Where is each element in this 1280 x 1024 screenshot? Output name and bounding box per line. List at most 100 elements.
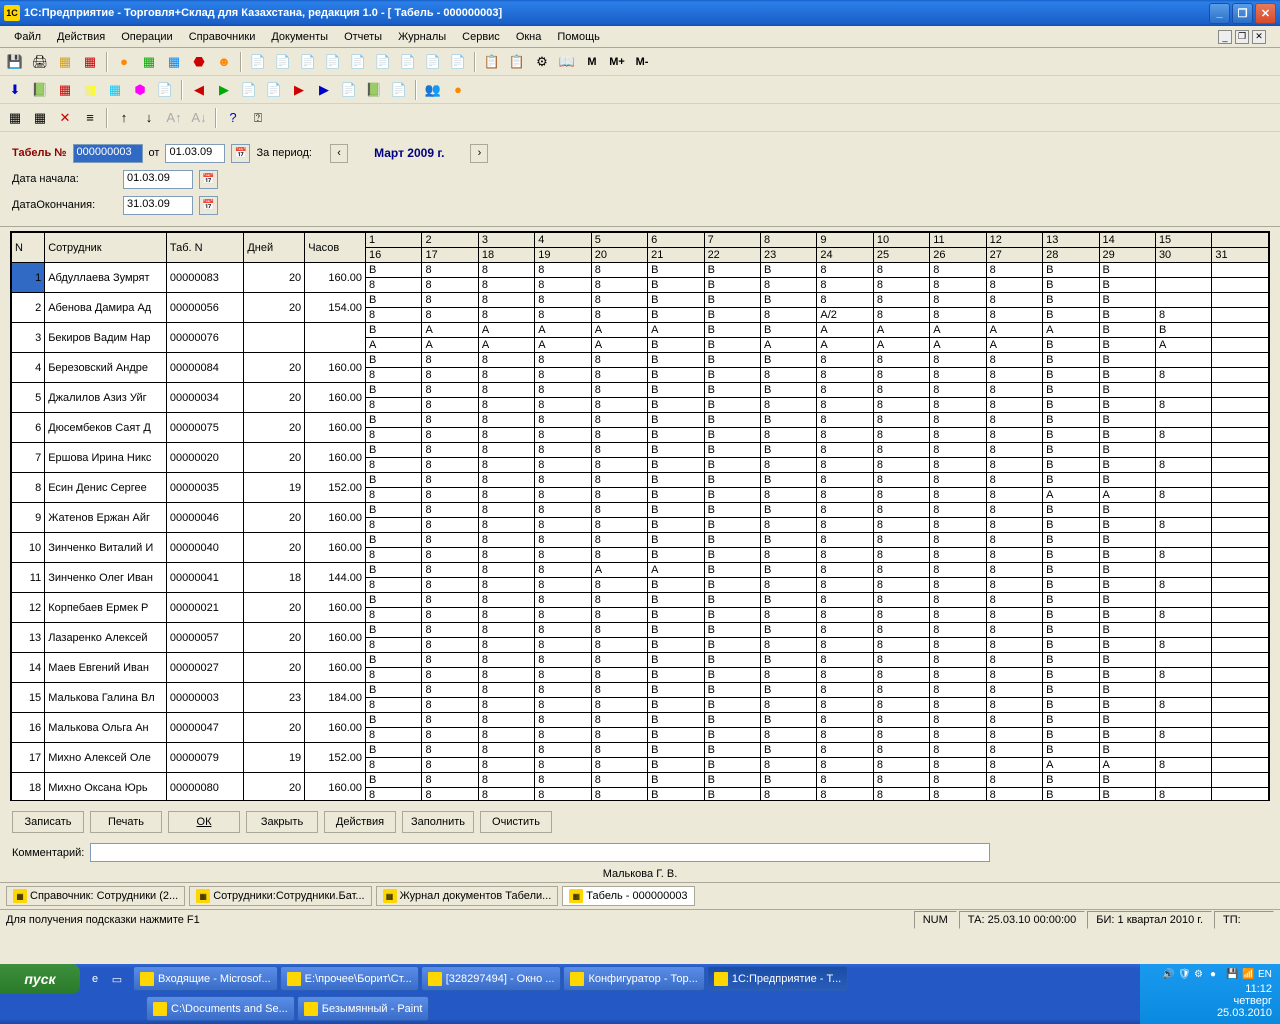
mdi-minimize-icon[interactable]: _ <box>1218 30 1232 44</box>
timesheet-grid[interactable]: NСотрудникТаб. NДнейЧасов123456789101112… <box>10 231 1270 801</box>
tool-icon[interactable]: 📄 <box>297 51 319 73</box>
menu-help[interactable]: Помощь <box>549 29 608 45</box>
table-row[interactable]: 6Дюсембеков Саят Д0000007520160.00В8888В… <box>12 413 1269 428</box>
tool-icon[interactable]: ▦ <box>79 79 101 101</box>
calendar-icon[interactable]: 📅 <box>231 144 250 163</box>
tray-icon[interactable]: ⚙ <box>1194 969 1208 983</box>
tool-icon[interactable]: 📄 <box>272 51 294 73</box>
calendar-icon[interactable]: 📅 <box>199 196 218 215</box>
tray-lang[interactable]: EN <box>1258 969 1272 983</box>
tool-icon[interactable]: ✕ <box>54 107 76 129</box>
num-input[interactable]: 000000003 <box>73 144 143 163</box>
table-row[interactable]: 8Есин Денис Сергее0000003519152.00В8888В… <box>12 473 1269 488</box>
help-icon[interactable]: ? <box>222 107 244 129</box>
tray-icon[interactable]: 💾 <box>1226 969 1240 983</box>
m-button[interactable]: M <box>581 51 603 73</box>
clear-button[interactable]: Очистить <box>480 811 552 833</box>
save-button[interactable]: Записать <box>12 811 84 833</box>
tool-icon[interactable]: ☻ <box>213 51 235 73</box>
tool-icon[interactable]: 📄 <box>247 51 269 73</box>
table-row[interactable]: 4Березовский Андре0000008420160.00В8888В… <box>12 353 1269 368</box>
sort-desc-icon[interactable]: A↓ <box>188 107 210 129</box>
tool-icon[interactable]: 📄 <box>372 51 394 73</box>
comment-input[interactable] <box>90 843 990 862</box>
table-row[interactable]: 12Корпебаев Ермек Р0000002120160.00В8888… <box>12 593 1269 608</box>
tool-icon[interactable]: ● <box>113 51 135 73</box>
tool-icon[interactable]: ▦ <box>104 79 126 101</box>
tool-icon[interactable]: 📄 <box>388 79 410 101</box>
tool-icon[interactable]: ▶ <box>313 79 335 101</box>
ok-button[interactable]: ОК <box>168 811 240 833</box>
tool-icon[interactable]: 📖 <box>556 51 578 73</box>
desktop-icon[interactable]: ▭ <box>108 970 126 988</box>
tool-icon[interactable]: ▦ <box>29 107 51 129</box>
taskbar-task[interactable]: Входящие - Microsof... <box>133 966 278 991</box>
taskbar-task[interactable]: C:\Documents and Se... <box>146 996 295 1021</box>
menu-documents[interactable]: Документы <box>263 29 336 45</box>
start-input[interactable]: 01.03.09 <box>123 170 193 189</box>
down-arrow-icon[interactable]: ⬇ <box>4 79 26 101</box>
tool-icon[interactable]: ◀ <box>188 79 210 101</box>
tool-icon[interactable]: 📋 <box>506 51 528 73</box>
down-arrow-icon[interactable]: ↓ <box>138 107 160 129</box>
tool-icon[interactable]: ▦ <box>54 79 76 101</box>
tool-icon[interactable]: 📄 <box>154 79 176 101</box>
tool-icon[interactable]: ▦ <box>163 51 185 73</box>
fill-button[interactable]: Заполнить <box>402 811 474 833</box>
menu-operations[interactable]: Операции <box>113 29 180 45</box>
tool-icon[interactable]: 👥 <box>422 79 444 101</box>
table-row[interactable]: 18Михно Оксана Юрь0000008020160.00В8888В… <box>12 773 1269 788</box>
from-input[interactable]: 01.03.09 <box>165 144 225 163</box>
tray-icon[interactable]: 📶 <box>1242 969 1256 983</box>
calendar-icon[interactable]: 📅 <box>199 170 218 189</box>
tray-icon[interactable]: ● <box>1210 969 1224 983</box>
window-tab[interactable]: ▦Табель - 000000003 <box>562 886 694 906</box>
table-row[interactable]: 13Лазаренко Алексей0000005720160.00В8888… <box>12 623 1269 638</box>
m-plus-button[interactable]: M+ <box>606 51 628 73</box>
menu-service[interactable]: Сервис <box>454 29 508 45</box>
print-icon[interactable]: 🖨 <box>29 51 51 73</box>
save-icon[interactable]: 💾 <box>4 51 26 73</box>
table-row[interactable]: 9Жатенов Ержан Айг0000004620160.00В8888В… <box>12 503 1269 518</box>
tool-icon[interactable]: 📄 <box>397 51 419 73</box>
tool-icon[interactable]: ≡ <box>79 107 101 129</box>
up-arrow-icon[interactable]: ↑ <box>113 107 135 129</box>
tray-icon[interactable]: 🛡 <box>1178 969 1192 983</box>
maximize-button[interactable]: ❐ <box>1232 3 1253 24</box>
tool-icon[interactable]: ⬣ <box>188 51 210 73</box>
period-next-button[interactable]: › <box>470 144 488 163</box>
tool-icon[interactable]: ⬢ <box>129 79 151 101</box>
tool-icon[interactable]: 📄 <box>263 79 285 101</box>
whatsthis-icon[interactable]: ⍰ <box>247 107 269 129</box>
menu-references[interactable]: Справочники <box>181 29 264 45</box>
table-row[interactable]: 7Ершова Ирина Никс0000002020160.00В8888В… <box>12 443 1269 458</box>
mdi-restore-icon[interactable]: ❐ <box>1235 30 1249 44</box>
taskbar-task[interactable]: [328297494] - Окно ... <box>421 966 562 991</box>
taskbar-task[interactable]: Безымянный - Paint <box>297 996 430 1021</box>
mdi-close-icon[interactable]: ✕ <box>1252 30 1266 44</box>
table-row[interactable]: 10Зинченко Виталий И0000004020160.00В888… <box>12 533 1269 548</box>
end-input[interactable]: 31.03.09 <box>123 196 193 215</box>
table-row[interactable]: 2Абенова Дамира Ад0000005620154.00В8888В… <box>12 293 1269 308</box>
table-row[interactable]: 15Малькова Галина Вл0000000323184.00В888… <box>12 683 1269 698</box>
tool-icon[interactable]: ▦ <box>4 107 26 129</box>
ie-icon[interactable]: e <box>86 970 104 988</box>
taskbar-task[interactable]: 1С:Предприятие - Т... <box>707 966 848 991</box>
actions-button[interactable]: Действия <box>324 811 396 833</box>
menu-windows[interactable]: Окна <box>508 29 550 45</box>
start-button[interactable]: пуск <box>0 964 80 994</box>
m-minus-button[interactable]: M- <box>631 51 653 73</box>
taskbar-task[interactable]: E:\прочее\Борит\Ст... <box>280 966 419 991</box>
window-tab[interactable]: ▦Журнал документов Табели... <box>376 886 559 906</box>
menu-journals[interactable]: Журналы <box>390 29 454 45</box>
print-button[interactable]: Печать <box>90 811 162 833</box>
table-row[interactable]: 3Бекиров Вадим Нар00000076ВАААААВВАААААВ… <box>12 323 1269 338</box>
book-icon[interactable]: 📗 <box>29 79 51 101</box>
table-row[interactable]: 11Зинченко Олег Иван0000004118144.00В888… <box>12 563 1269 578</box>
menu-file[interactable]: Файл <box>6 29 49 45</box>
tool-icon[interactable]: ▦ <box>54 51 76 73</box>
tool-icon[interactable]: 📄 <box>447 51 469 73</box>
tool-icon[interactable]: ▦ <box>79 51 101 73</box>
period-prev-button[interactable]: ‹ <box>330 144 348 163</box>
tray-icon[interactable]: 🔊 <box>1162 969 1176 983</box>
